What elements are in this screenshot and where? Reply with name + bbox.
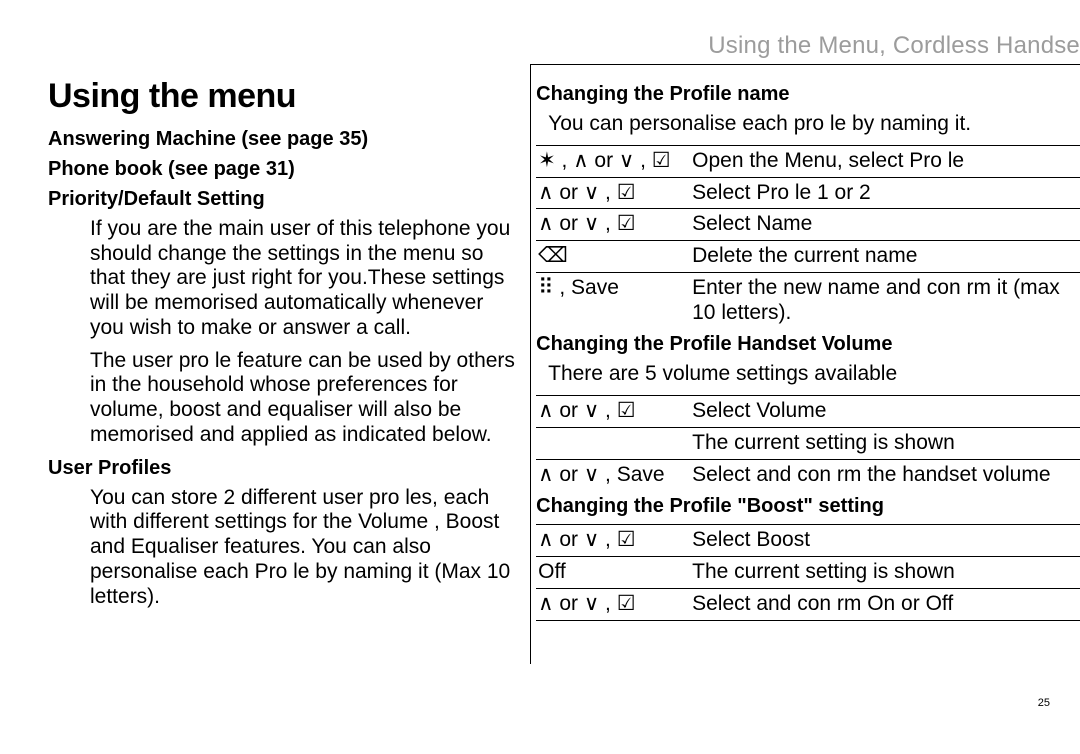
right-column: Changing the Profile name You can person… bbox=[516, 76, 1080, 621]
heading-answering-machine: Answering Machine (see page 35) bbox=[48, 127, 516, 151]
table-row: The current setting is shown bbox=[536, 427, 1080, 459]
heading-user-profiles: User Profiles bbox=[48, 456, 516, 480]
paragraph-volume: There are 5 volume settings available bbox=[548, 362, 1080, 387]
paragraph-priority-1: If you are the main user of this telepho… bbox=[90, 217, 516, 341]
heading-change-volume: Changing the Profile Handset Volume bbox=[536, 332, 1080, 356]
table-row: ⠿ , SaveEnter the new name and con rm it… bbox=[536, 272, 1080, 328]
step-keys: ⠿ , Save bbox=[536, 272, 690, 328]
table-row: ∧ or ∨ , ☑Select Volume bbox=[536, 396, 1080, 428]
paragraph-user-profiles: You can store 2 different user pro les, … bbox=[90, 486, 516, 610]
table-change-profile-name: ✶ , ∧ or ∨ , ☑Open the Menu, select Pro … bbox=[536, 145, 1080, 329]
step-desc: Select and con rm On or Off bbox=[690, 588, 1080, 620]
table-row: OffThe current setting is shown bbox=[536, 557, 1080, 589]
heading-change-profile-name: Changing the Profile name bbox=[536, 82, 1080, 106]
step-desc: Select Volume bbox=[690, 396, 1080, 428]
step-desc: Open the Menu, select Pro le bbox=[690, 145, 1080, 177]
paragraph-personalise: You can personalise each pro le by namin… bbox=[548, 112, 1080, 137]
table-row: ⌫Delete the current name bbox=[536, 241, 1080, 273]
step-keys: ⌫ bbox=[536, 241, 690, 273]
heading-priority-default: Priority/Default Setting bbox=[48, 187, 516, 211]
manual-page: Using the Menu, Cordless Handse Using th… bbox=[0, 0, 1080, 754]
table-row: ∧ or ∨ , ☑Select Pro le 1 or 2 bbox=[536, 177, 1080, 209]
running-header: Using the Menu, Cordless Handse bbox=[708, 32, 1080, 61]
step-keys: ∧ or ∨ , Save bbox=[536, 459, 690, 490]
step-keys: ✶ , ∧ or ∨ , ☑ bbox=[536, 145, 690, 177]
step-desc: Select Pro le 1 or 2 bbox=[690, 177, 1080, 209]
page-number: 25 bbox=[1038, 697, 1050, 710]
table-row: ✶ , ∧ or ∨ , ☑Open the Menu, select Pro … bbox=[536, 145, 1080, 177]
table-change-volume: ∧ or ∨ , ☑Select Volume The current sett… bbox=[536, 395, 1080, 490]
table-row: ∧ or ∨ , ☑Select Boost bbox=[536, 525, 1080, 557]
heading-change-boost: Changing the Profile "Boost" setting bbox=[536, 494, 1080, 518]
header-rule bbox=[530, 64, 1080, 65]
heading-phone-book: Phone book (see page 31) bbox=[48, 157, 516, 181]
step-keys: ∧ or ∨ , ☑ bbox=[536, 588, 690, 620]
step-keys: ∧ or ∨ , ☑ bbox=[536, 209, 690, 241]
step-desc: The current setting is shown bbox=[690, 427, 1080, 459]
step-keys: Off bbox=[536, 557, 690, 589]
paragraph-priority-2: The user pro le feature can be used by o… bbox=[90, 349, 516, 448]
step-desc: Select and con rm the handset volume bbox=[690, 459, 1080, 490]
table-row: ∧ or ∨ , ☑Select Name bbox=[536, 209, 1080, 241]
table-row: ∧ or ∨ , ☑Select and con rm On or Off bbox=[536, 588, 1080, 620]
step-desc: The current setting is shown bbox=[690, 557, 1080, 589]
table-row: ∧ or ∨ , SaveSelect and con rm the hands… bbox=[536, 459, 1080, 490]
table-change-boost: ∧ or ∨ , ☑Select Boost OffThe current se… bbox=[536, 524, 1080, 620]
page-title: Using the menu bbox=[48, 76, 516, 117]
step-desc: Enter the new name and con rm it (max 10… bbox=[690, 272, 1080, 328]
left-column: Using the menu Answering Machine (see pa… bbox=[48, 76, 516, 621]
step-keys: ∧ or ∨ , ☑ bbox=[536, 177, 690, 209]
step-desc: Select Name bbox=[690, 209, 1080, 241]
step-keys: ∧ or ∨ , ☑ bbox=[536, 525, 690, 557]
step-keys bbox=[536, 427, 690, 459]
step-keys: ∧ or ∨ , ☑ bbox=[536, 396, 690, 428]
step-desc: Delete the current name bbox=[690, 241, 1080, 273]
step-desc: Select Boost bbox=[690, 525, 1080, 557]
